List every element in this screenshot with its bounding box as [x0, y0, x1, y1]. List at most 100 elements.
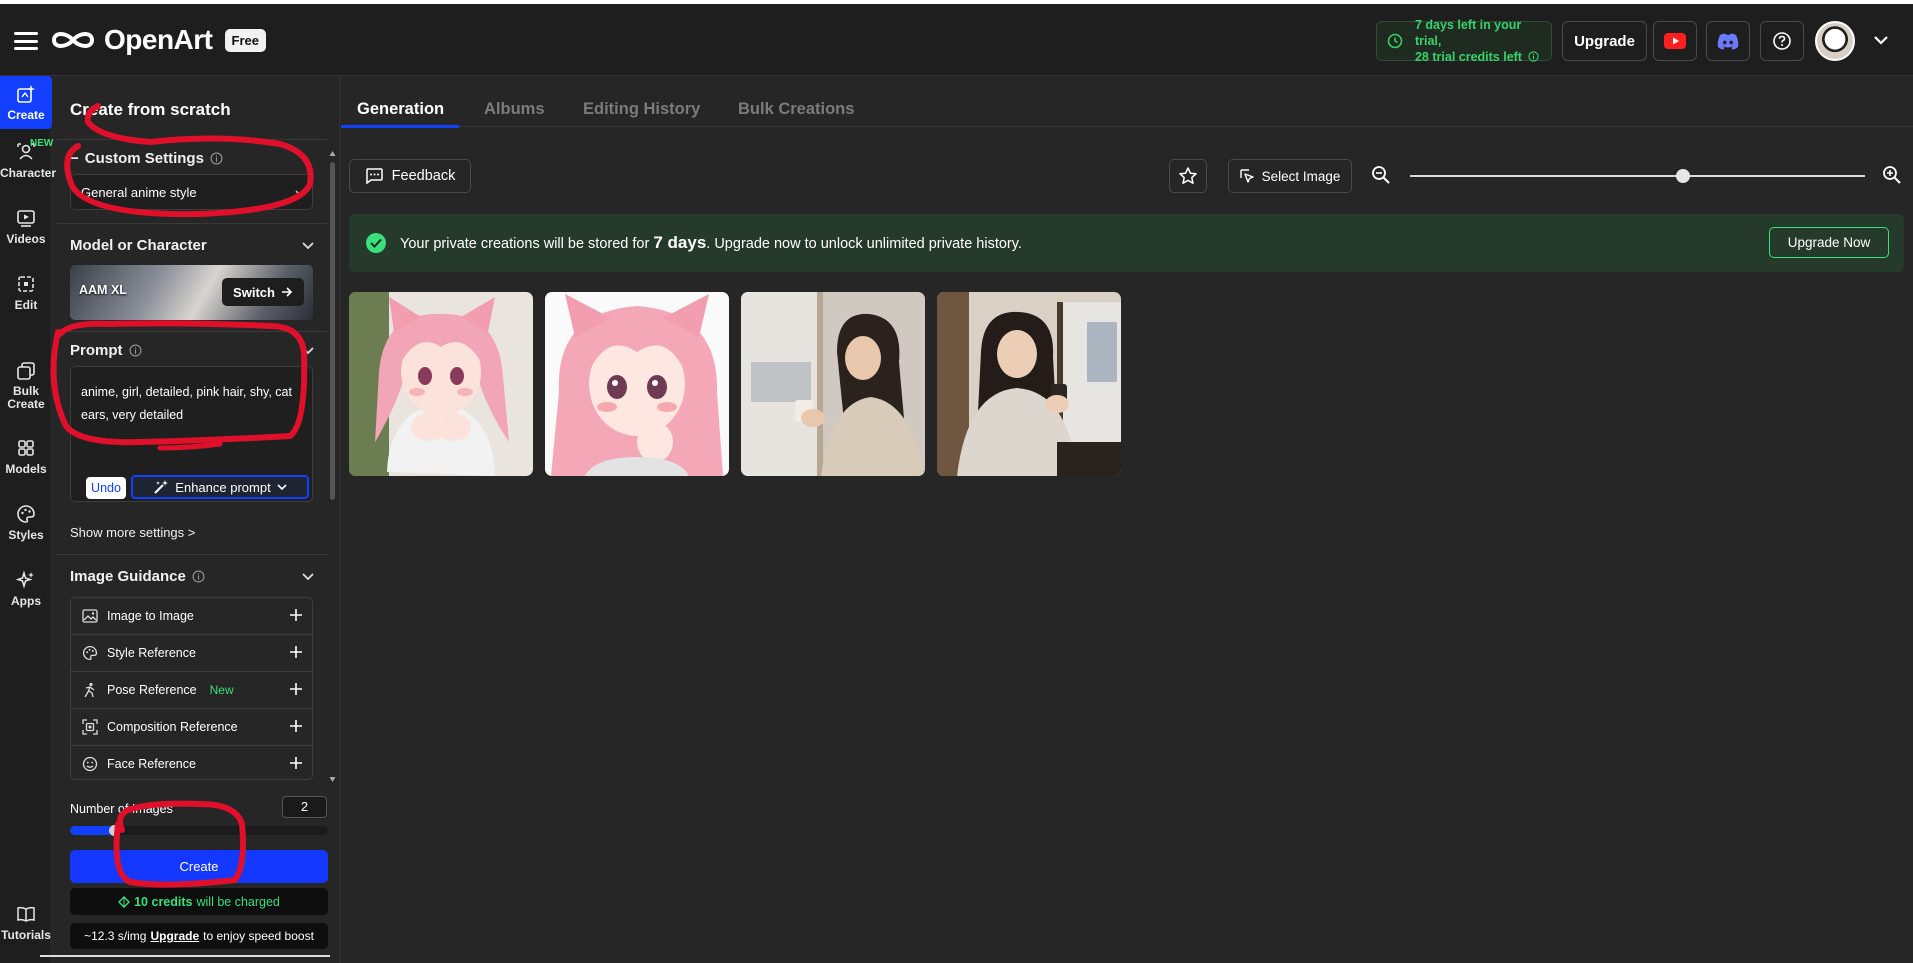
generated-image[interactable]: [545, 292, 729, 476]
nav-tutorials[interactable]: Tutorials: [0, 904, 52, 942]
zoom-in-icon[interactable]: [1882, 165, 1902, 185]
menu-icon[interactable]: [14, 32, 38, 50]
divider: [57, 223, 327, 224]
left-nav-rail: Create NEW Character Videos Edit Bulk Cr…: [0, 76, 56, 963]
tab-editing-history[interactable]: Editing History: [583, 100, 700, 119]
credits-amount: 10 credits: [134, 894, 193, 909]
help-button[interactable]: [1760, 21, 1804, 61]
nav-bulk-create[interactable]: Bulk Create: [0, 361, 52, 411]
plus-icon[interactable]: [289, 608, 303, 622]
zoom-out-icon[interactable]: [1371, 165, 1391, 185]
feedback-button[interactable]: Feedback: [349, 159, 471, 193]
tab-albums[interactable]: Albums: [484, 100, 545, 119]
credits-info: 10 credits will be charged: [70, 888, 328, 915]
model-card[interactable]: AAM XL Switch: [70, 265, 313, 320]
chevron-down-icon[interactable]: [302, 347, 314, 355]
image-guidance-list: Image to Image Style Reference Pose Refe…: [70, 597, 313, 780]
upgrade-now-button[interactable]: Upgrade Now: [1769, 227, 1889, 258]
speed-suffix: to enjoy speed boost: [203, 929, 314, 943]
star-icon: [1179, 167, 1197, 184]
nav-apps[interactable]: Apps: [0, 570, 52, 608]
generated-image[interactable]: [741, 292, 925, 476]
plus-icon[interactable]: [289, 645, 303, 659]
generated-images: [349, 292, 1121, 476]
plus-icon[interactable]: [289, 756, 303, 770]
brand-logo[interactable]: OpenArt Free: [50, 24, 266, 56]
style-select[interactable]: General anime style: [70, 174, 313, 210]
slider-handle[interactable]: [108, 825, 120, 836]
openart-logo-icon: [51, 32, 95, 48]
switch-model-button[interactable]: Switch: [222, 278, 304, 306]
chevron-down-icon[interactable]: [302, 573, 314, 581]
nav-create[interactable]: Create: [0, 76, 52, 129]
custom-settings-header[interactable]: − Custom Settings: [70, 150, 223, 167]
nav-videos[interactable]: Videos: [0, 208, 52, 246]
apps-icon: [16, 570, 34, 589]
nav-character[interactable]: NEW Character: [0, 138, 56, 180]
list-item[interactable]: Image to Image: [71, 598, 312, 635]
trial-status[interactable]: 7 days left in your trial, 28 trial cred…: [1376, 18, 1552, 64]
prompt-value[interactable]: anime, girl, detailed, pink hair, shy, c…: [81, 381, 306, 427]
youtube-icon: [1664, 33, 1686, 49]
upgrade-button[interactable]: Upgrade: [1562, 21, 1647, 61]
active-tab-indicator: [341, 125, 459, 128]
select-image-button[interactable]: Select Image: [1228, 159, 1352, 193]
prompt-header: Prompt: [70, 342, 142, 359]
plus-icon[interactable]: [289, 682, 303, 696]
nav-styles[interactable]: Styles: [0, 504, 52, 542]
credits-suffix: will be charged: [196, 894, 280, 909]
brand-name: OpenArt: [104, 24, 213, 55]
avatar[interactable]: [1815, 21, 1855, 61]
palette-icon: [82, 645, 98, 661]
face-icon: [82, 756, 98, 772]
speed-rate: ~12.3 s/img: [84, 929, 147, 943]
plus-icon[interactable]: [289, 719, 303, 733]
tab-generation[interactable]: Generation: [357, 100, 444, 119]
tab-bulk-creations[interactable]: Bulk Creations: [738, 100, 854, 119]
banner-text-1: Your private creations will be stored fo…: [400, 236, 654, 252]
list-item[interactable]: Pose Reference New: [71, 672, 312, 709]
models-icon: [18, 440, 34, 456]
chevron-down-icon[interactable]: [1873, 34, 1889, 46]
generated-image[interactable]: [937, 292, 1121, 476]
guidance-label: Image to Image: [107, 609, 194, 623]
palette-icon: [17, 505, 35, 523]
scrollbar-thumb[interactable]: [330, 162, 335, 500]
nav-models[interactable]: Models: [0, 438, 52, 476]
style-select-value: General anime style: [81, 185, 197, 200]
zoom-slider[interactable]: [1410, 175, 1865, 177]
chevron-down-icon: [277, 483, 287, 490]
undo-button[interactable]: Undo: [86, 477, 126, 499]
info-icon: [1528, 51, 1540, 62]
chevron-down-icon[interactable]: [302, 242, 314, 250]
discord-button[interactable]: [1706, 21, 1750, 61]
divider: [57, 554, 327, 555]
image-guidance-header: Image Guidance: [70, 568, 205, 585]
youtube-button[interactable]: [1653, 21, 1697, 61]
generated-image[interactable]: [349, 292, 533, 476]
banner-highlight: 7 days: [653, 233, 707, 252]
nav-edit[interactable]: Edit: [0, 274, 52, 312]
video-icon: [17, 210, 35, 227]
nav-styles-label: Styles: [8, 528, 44, 542]
show-more-settings-link[interactable]: Show more settings >: [70, 525, 195, 540]
select-image-label: Select Image: [1261, 168, 1341, 184]
pose-icon: [84, 682, 95, 698]
bulk-create-icon: [17, 362, 35, 380]
custom-settings-title: Custom Settings: [84, 150, 204, 167]
zoom-slider-handle[interactable]: [1676, 169, 1690, 183]
list-item[interactable]: Style Reference: [71, 635, 312, 672]
info-icon: [129, 344, 141, 357]
info-icon: [192, 570, 205, 583]
nav-create-label: Create: [7, 108, 45, 122]
number-of-images-input[interactable]: 2: [282, 796, 327, 818]
enhance-prompt-button[interactable]: Enhance prompt: [131, 475, 309, 499]
switch-label: Switch: [233, 284, 275, 300]
speed-upgrade-link[interactable]: Upgrade: [150, 929, 199, 943]
list-item[interactable]: Face Reference: [71, 746, 312, 779]
create-button[interactable]: Create: [70, 850, 328, 883]
prompt-textarea[interactable]: anime, girl, detailed, pink hair, shy, c…: [70, 366, 313, 502]
favorites-button[interactable]: [1169, 159, 1207, 193]
guidance-label: Composition Reference: [107, 720, 238, 734]
list-item[interactable]: Composition Reference: [71, 709, 312, 746]
